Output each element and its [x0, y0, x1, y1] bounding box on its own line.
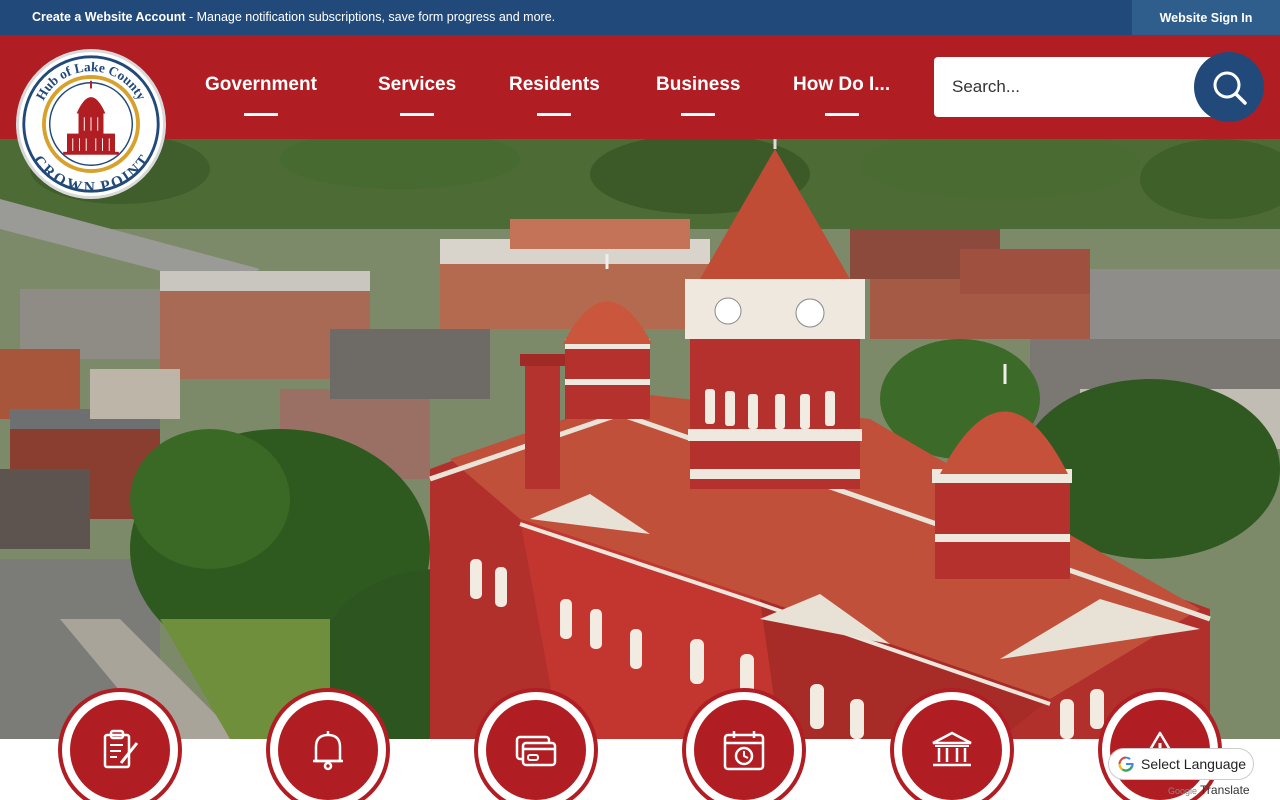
- nav-label: How Do I...: [793, 74, 891, 95]
- quick-link-payments[interactable]: [474, 688, 598, 800]
- nav-residents[interactable]: Residents: [509, 74, 600, 116]
- nav-label: Government: [205, 74, 317, 95]
- top-account-bar: Create a Website Account - Manage notifi…: [0, 0, 1280, 35]
- bell-icon: [313, 731, 343, 771]
- quick-link-government[interactable]: [890, 688, 1014, 800]
- credit-card-icon: [515, 735, 557, 767]
- create-account-link[interactable]: Create a Website Account: [32, 10, 186, 24]
- quick-link-calendar[interactable]: [682, 688, 806, 800]
- google-wordmark: Google: [1168, 786, 1198, 796]
- nav-underline: [537, 113, 572, 116]
- nav-underline: [400, 113, 435, 116]
- google-g-icon: [1118, 756, 1134, 772]
- nav-services[interactable]: Services: [378, 74, 457, 116]
- search-icon: [1213, 71, 1247, 105]
- quick-link-notifications[interactable]: [266, 688, 390, 800]
- nav-underline: [824, 113, 859, 116]
- search-input[interactable]: [952, 73, 1182, 101]
- nav-label: Residents: [509, 74, 600, 95]
- nav-underline: [243, 113, 278, 116]
- account-description: - Manage notification subscriptions, sav…: [185, 10, 556, 24]
- aerial-courthouse-illustration: [0, 139, 1280, 739]
- crown-point-logo[interactable]: Hub of Lake County CROWN POINT: [16, 49, 166, 199]
- language-select[interactable]: Select Language: [1108, 748, 1254, 780]
- nav-business[interactable]: Business: [656, 74, 741, 116]
- nav-government[interactable]: Government: [205, 74, 317, 116]
- website-sign-in-button[interactable]: Website Sign In: [1132, 0, 1280, 35]
- nav-label: Services: [378, 74, 457, 95]
- translate-label: Translate: [1200, 783, 1250, 797]
- nav-label: Business: [656, 74, 741, 95]
- search-button[interactable]: [1194, 52, 1264, 122]
- nav-how-do-i[interactable]: How Do I...: [793, 74, 891, 116]
- clipboard-pen-icon: [103, 729, 139, 769]
- quick-links-bar: [0, 739, 1280, 800]
- account-message[interactable]: Create a Website Account - Manage notifi…: [32, 10, 555, 24]
- nav-underline: [681, 113, 716, 116]
- hero-image: [0, 139, 1280, 739]
- select-language-label: Select Language: [1141, 756, 1247, 772]
- powered-by-translate[interactable]: Google Translate: [1168, 783, 1250, 797]
- calendar-clock-icon: [723, 731, 765, 771]
- courthouse-seal-icon: Hub of Lake County CROWN POINT: [22, 55, 160, 196]
- government-building-icon: [932, 731, 972, 767]
- search-box: [934, 57, 1234, 117]
- quick-link-forms[interactable]: [58, 688, 182, 800]
